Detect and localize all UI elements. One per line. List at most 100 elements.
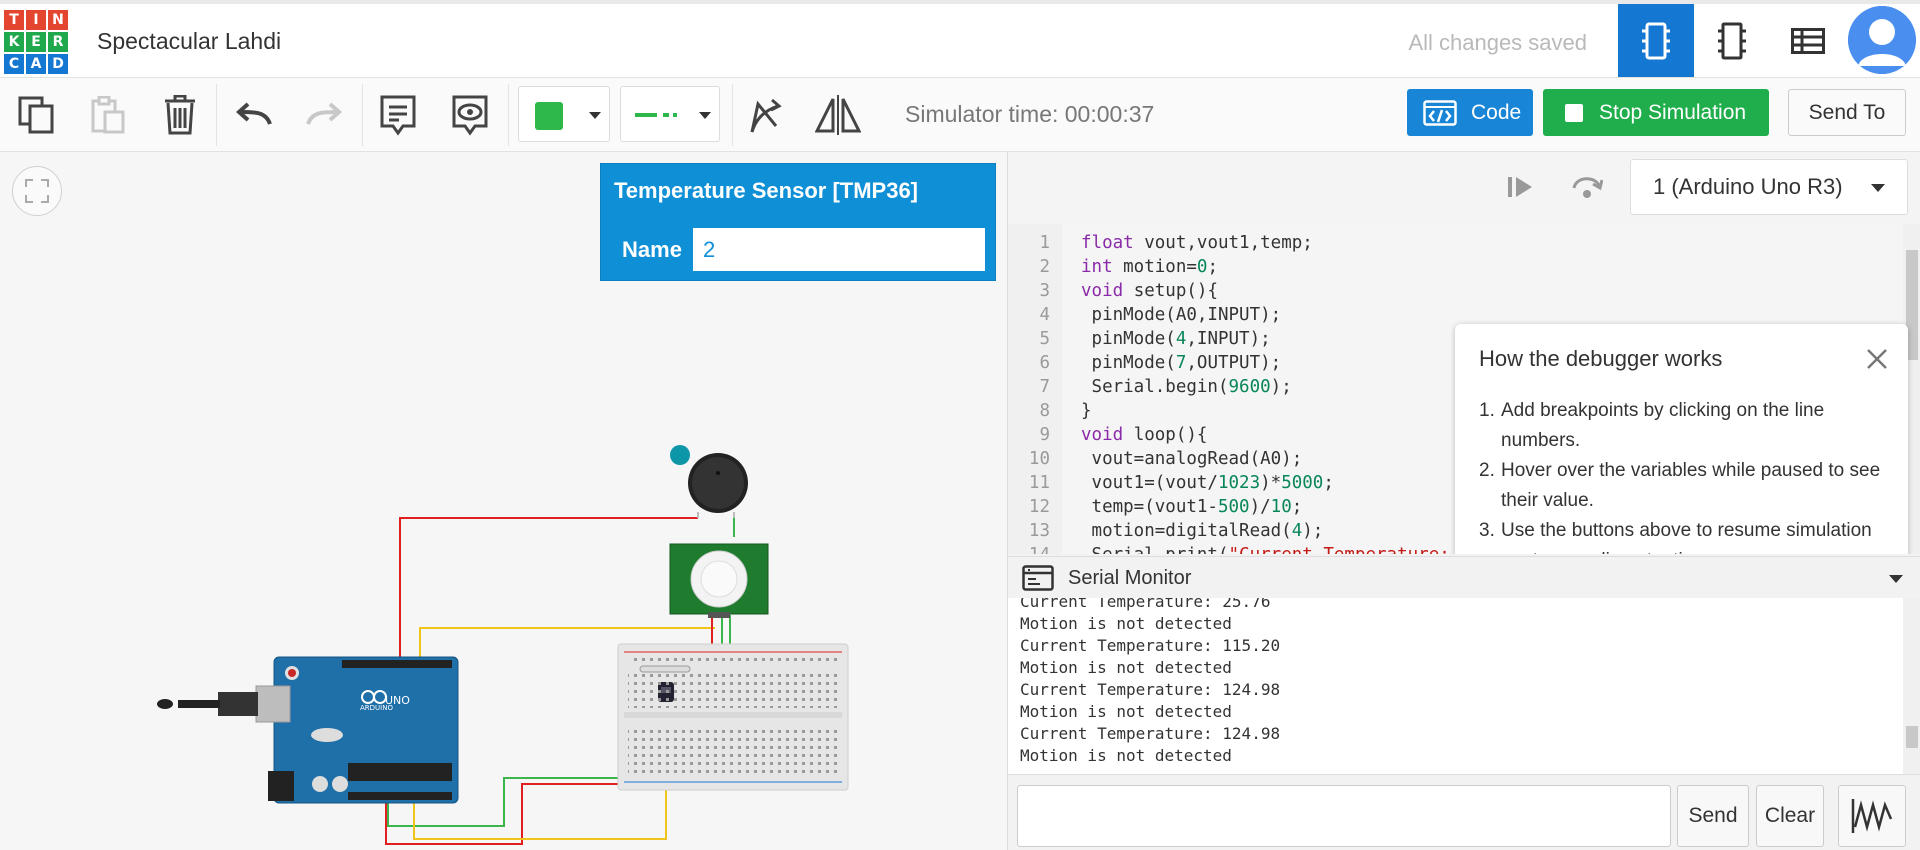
name-label: Name (622, 236, 682, 262)
help-steps: 1. Add breakpoints by clicking on the lin… (1479, 396, 1889, 554)
step-over-icon (1572, 177, 1603, 198)
chevron-down-icon[interactable] (1889, 575, 1903, 583)
circuit-canvas[interactable]: Temperature Sensor [TMP36] Name 2 UNO AR… (0, 152, 1007, 850)
serial-line: Current Temperature: 25.76 (1020, 598, 1271, 611)
save-status: All changes saved (1408, 30, 1587, 55)
color-swatch (535, 102, 563, 130)
wire-type-picker[interactable] (620, 86, 720, 142)
copy-button[interactable] (14, 88, 58, 142)
serial-send-button[interactable]: Send (1677, 785, 1749, 847)
help-step: 1. Add breakpoints by clicking on the lin… (1479, 400, 1825, 451)
line-number[interactable]: 6 (1008, 353, 1050, 373)
circuit-view-button[interactable] (1618, 4, 1694, 77)
logo-letter: T (4, 10, 24, 30)
serial-line: Current Temperature: 124.98 (1020, 680, 1281, 699)
line-number[interactable]: 11 (1008, 473, 1050, 493)
close-icon[interactable] (1864, 346, 1890, 372)
serial-input-row: Send Clear (1008, 774, 1920, 850)
serial-line: Current Temperature: 124.98 (1020, 724, 1281, 743)
board-selector[interactable]: 1 (Arduino Uno R3) (1630, 159, 1908, 215)
table-list-icon (1791, 27, 1825, 54)
line-number[interactable]: 5 (1008, 329, 1050, 349)
line-number[interactable]: 3 (1008, 281, 1050, 301)
project-title[interactable]: Spectacular Lahdi (97, 28, 281, 55)
breadboard-holes (628, 726, 840, 776)
notes-visibility-button[interactable] (448, 88, 492, 142)
wire-red (399, 517, 698, 660)
help-step-text: Hover over the variables while paused to… (1501, 460, 1881, 511)
expand-icon (25, 179, 49, 203)
redo-icon (306, 102, 342, 125)
line-number[interactable]: 13 (1008, 521, 1050, 541)
pir-sensor[interactable] (669, 543, 769, 618)
component-list-button[interactable] (1770, 4, 1846, 77)
board-selector-value: 1 (Arduino Uno R3) (1653, 174, 1843, 199)
toolbar-divider (508, 84, 509, 146)
name-field[interactable]: 2 (692, 227, 986, 272)
serial-clear-button[interactable]: Clear (1756, 785, 1824, 847)
code-line[interactable]: 3 void setup(){ (1008, 281, 1908, 305)
line-number[interactable]: 10 (1008, 449, 1050, 469)
line-number[interactable]: 4 (1008, 305, 1050, 325)
fit-view-button[interactable] (12, 166, 62, 216)
paste-button[interactable] (86, 88, 130, 142)
delete-button[interactable] (158, 88, 202, 142)
undo-icon (236, 102, 272, 125)
line-number[interactable]: 12 (1008, 497, 1050, 517)
app-header: T I N K E R C A D Spectacular Lahdi All … (0, 0, 1920, 78)
code-line[interactable]: 2 int motion=0; (1008, 257, 1908, 281)
schematic-view-button[interactable] (1694, 4, 1770, 77)
step-play-icon (1508, 177, 1532, 197)
line-number[interactable]: 1 (1008, 233, 1050, 253)
notes-button[interactable] (376, 88, 420, 142)
arduino-uno[interactable]: UNO ARDUINO (157, 656, 459, 804)
user-icon (1848, 6, 1916, 74)
line-number[interactable]: 2 (1008, 257, 1050, 277)
rotate-button[interactable] (742, 88, 786, 142)
chevron-down-icon (1871, 184, 1885, 192)
code-panel: 1 (Arduino Uno R3) 1 float vout,vout1,tem… (1007, 152, 1920, 850)
logo-letter: K (4, 32, 24, 52)
code-line[interactable]: 1 float vout,vout1,temp; (1008, 233, 1908, 257)
serial-scrollbar[interactable] (1903, 598, 1920, 774)
wire-color-picker[interactable] (518, 86, 610, 142)
step-over-button[interactable] (1562, 166, 1612, 208)
scrollbar-thumb[interactable] (1906, 726, 1918, 748)
logo-letter: R (48, 32, 68, 52)
stop-simulation-button[interactable]: Stop Simulation (1543, 89, 1769, 136)
breadboard-holes (628, 670, 840, 708)
line-number[interactable]: 9 (1008, 425, 1050, 445)
serial-input[interactable] (1017, 785, 1671, 847)
inspector-title: Temperature Sensor [TMP36] (614, 178, 919, 203)
serial-plotter-button[interactable] (1838, 785, 1906, 847)
help-step: 2. Hover over the variables while paused … (1479, 460, 1881, 511)
stop-simulation-label: Stop Simulation (1599, 100, 1747, 124)
resume-button[interactable] (1495, 166, 1545, 208)
flip-button[interactable] (814, 88, 862, 142)
main-toolbar: Simulator time: 00:00:37 Code Stop Simul… (0, 78, 1920, 152)
serial-monitor-header[interactable]: Serial Monitor (1008, 556, 1920, 598)
piezo-buzzer[interactable] (670, 445, 748, 518)
code-button[interactable]: Code (1407, 89, 1533, 136)
tinkercad-logo[interactable]: T I N K E R C A D (4, 10, 68, 74)
line-number[interactable]: 7 (1008, 377, 1050, 397)
simulator-time: Simulator time: 00:00:37 (905, 101, 1155, 127)
code-editor[interactable]: 1 float vout,vout1,temp; 2 int motion=0; 3… (1008, 224, 1920, 554)
redo-button[interactable] (302, 88, 346, 142)
wire-dash-icon (635, 113, 677, 117)
send-to-button[interactable]: Send To (1788, 89, 1906, 136)
serial-line: Motion is not detected (1020, 702, 1232, 721)
status-indicator (670, 445, 690, 465)
help-step: 3. Use the buttons above to resume simula… (1479, 516, 1889, 554)
breadboard-holes (630, 657, 838, 665)
popup-title: How the debugger works (1479, 346, 1723, 371)
user-avatar[interactable] (1848, 6, 1916, 74)
serial-monitor-icon (1022, 565, 1054, 591)
serial-line: Current Temperature: 115.20 (1020, 636, 1281, 655)
undo-button[interactable] (232, 88, 276, 142)
line-number[interactable]: 14 (1008, 545, 1050, 554)
logo-letter: C (4, 54, 24, 74)
line-number[interactable]: 8 (1008, 401, 1050, 421)
code-editor-icon (1423, 99, 1457, 126)
serial-output[interactable]: Current Temperature: 25.76 Motion is not… (1008, 598, 1920, 774)
